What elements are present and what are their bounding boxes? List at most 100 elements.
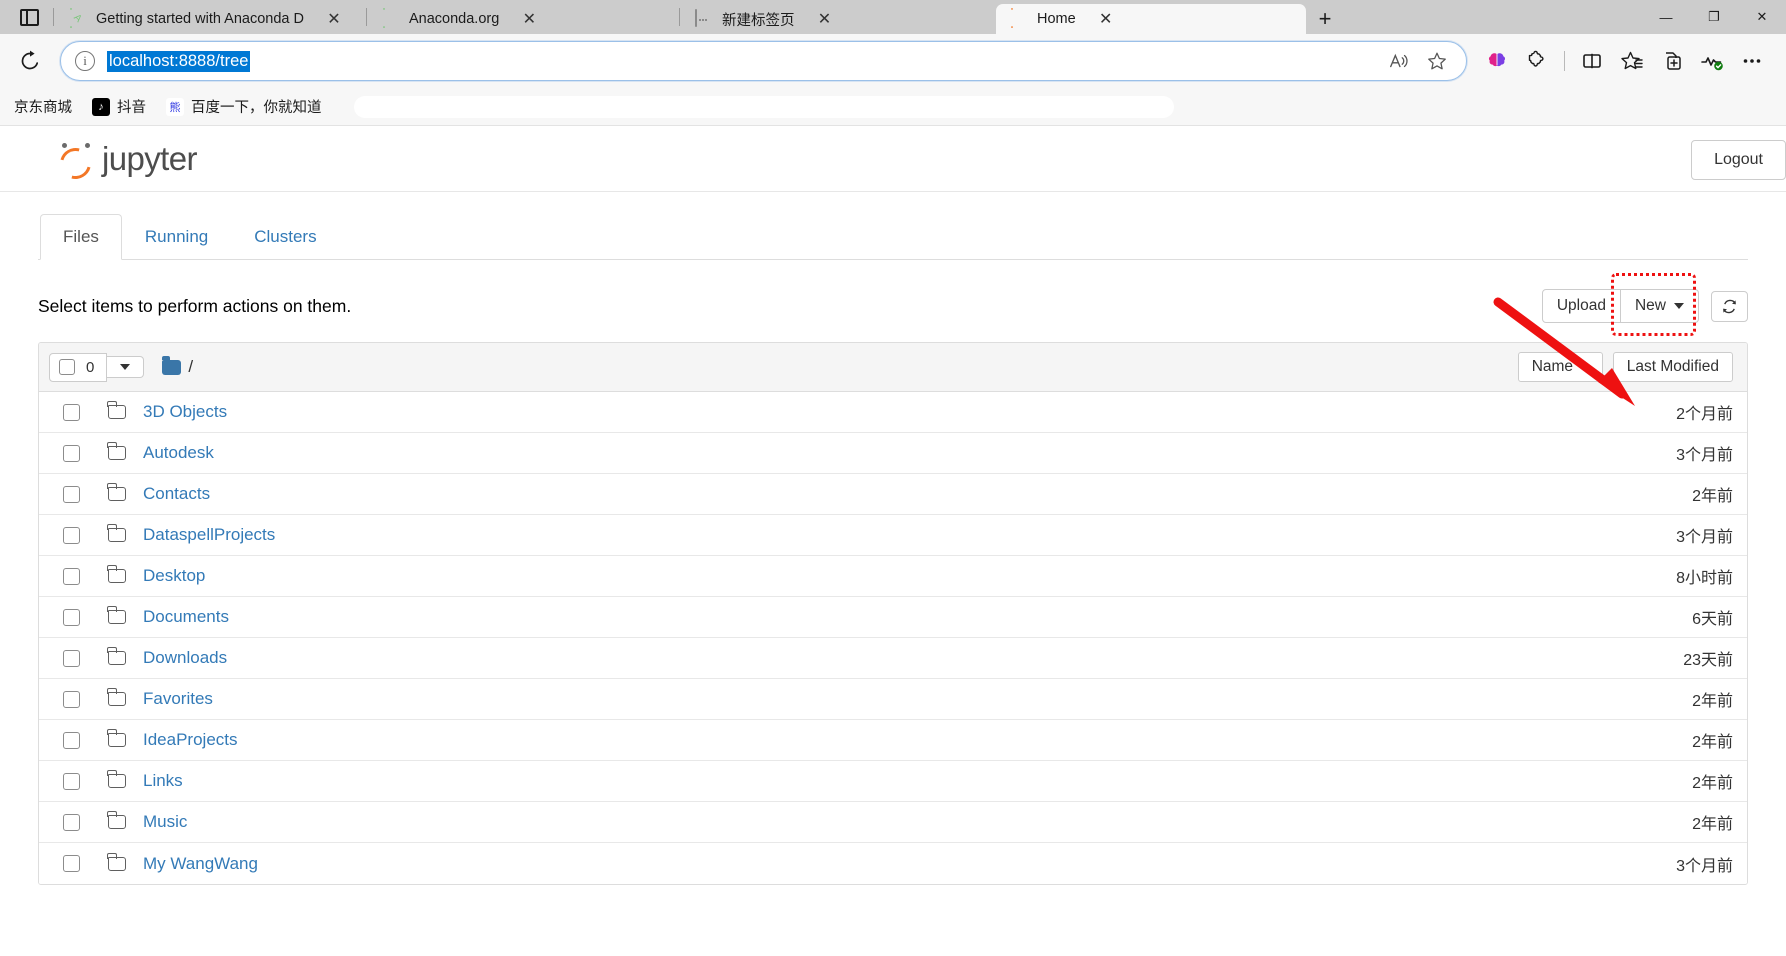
table-row[interactable]: DataspellProjects 3个月前 — [39, 515, 1747, 556]
logout-button[interactable]: Logout — [1691, 140, 1786, 180]
toolbar-divider — [1564, 51, 1565, 71]
browser-essentials-icon[interactable] — [1692, 41, 1732, 81]
new-button[interactable]: New — [1620, 289, 1699, 323]
new-tab-button[interactable]: + — [1306, 4, 1344, 34]
table-row[interactable]: Documents 6天前 — [39, 597, 1747, 638]
file-name-link[interactable]: Autodesk — [143, 443, 214, 463]
reload-button[interactable] — [0, 41, 60, 81]
browser-tab-home[interactable]: Home ✕ — [996, 4, 1306, 34]
row-checkbox[interactable] — [63, 403, 80, 421]
row-checkbox[interactable] — [63, 485, 80, 503]
row-checkbox[interactable] — [63, 690, 80, 708]
refresh-button[interactable] — [1711, 290, 1748, 322]
jupyter-wordmark: jupyter — [102, 139, 197, 177]
table-row[interactable]: IdeaProjects 2年前 — [39, 720, 1747, 761]
row-checkbox[interactable] — [63, 526, 80, 544]
minimize-button[interactable]: — — [1642, 0, 1690, 34]
browser-tab-new-tab-page[interactable]: 新建标签页 ✕ — [681, 4, 996, 34]
maximize-button[interactable]: ❐ — [1690, 0, 1738, 34]
tab-divider — [53, 8, 54, 26]
window-controls: — ❐ ✕ — [1642, 0, 1786, 34]
tab-actions-button[interactable] — [6, 0, 52, 34]
row-checkbox[interactable] — [63, 855, 80, 872]
file-name-link[interactable]: Links — [143, 771, 183, 791]
navigation-toolbar: i localhost:8888/tree — [0, 34, 1786, 88]
file-name-link[interactable]: Downloads — [143, 648, 227, 668]
file-name-link[interactable]: IdeaProjects — [143, 730, 238, 750]
select-dropdown-button[interactable] — [107, 356, 145, 378]
folder-icon — [107, 442, 126, 460]
row-checkbox[interactable] — [63, 649, 80, 667]
breadcrumb[interactable]: / — [162, 355, 193, 377]
close-icon[interactable]: ✕ — [812, 7, 838, 31]
select-all-checkbox-button[interactable]: 0 — [49, 352, 108, 382]
file-name-link[interactable]: My WangWang — [143, 854, 258, 874]
folder-icon — [162, 355, 182, 375]
last-modified-value: 2年前 — [1692, 693, 1733, 710]
bookmark-label: 抖音 — [117, 100, 146, 116]
action-row: Select items to perform actions on them.… — [38, 273, 1748, 336]
sort-by-modified-button[interactable]: Last Modified — [1612, 352, 1733, 382]
bookmark-jd[interactable]: 京东商城 — [6, 92, 80, 121]
extensions-icon[interactable] — [1517, 41, 1557, 81]
table-row[interactable]: Contacts 2年前 — [39, 474, 1747, 515]
file-name-link[interactable]: DataspellProjects — [143, 525, 275, 545]
row-checkbox[interactable] — [63, 567, 80, 585]
table-row[interactable]: Links 2年前 — [39, 761, 1747, 802]
file-name-link[interactable]: 3D Objects — [143, 402, 227, 422]
table-row[interactable]: My WangWang 3个月前 — [39, 843, 1747, 884]
file-name-link[interactable]: Contacts — [143, 484, 210, 504]
file-name-link[interactable]: Desktop — [143, 566, 205, 586]
close-icon[interactable]: ✕ — [516, 7, 542, 31]
table-row[interactable]: Desktop 8小时前 — [39, 556, 1747, 597]
table-row[interactable]: Favorites 2年前 — [39, 679, 1747, 720]
favorites-list-icon[interactable] — [1612, 41, 1652, 81]
table-row[interactable]: Downloads 23天前 — [39, 638, 1747, 679]
last-modified-value: 2年前 — [1692, 816, 1733, 833]
bookmark-douyin[interactable]: ♪ 抖音 — [84, 92, 154, 121]
folder-icon — [107, 729, 126, 747]
tab-strip: Getting started with Anaconda D ✕ Anacon… — [0, 0, 1786, 34]
file-name-link[interactable]: Documents — [143, 607, 229, 627]
browser-tab-anaconda-org[interactable]: Anaconda.org ✕ — [368, 4, 678, 34]
selected-count: 0 — [86, 358, 95, 376]
row-checkbox[interactable] — [63, 772, 80, 790]
tab-clusters[interactable]: Clusters — [231, 214, 339, 260]
bookmark-baidu[interactable]: 熊 百度一下，你就知道 — [158, 92, 330, 121]
collections-icon[interactable] — [1652, 41, 1692, 81]
last-modified-value: 2年前 — [1692, 488, 1733, 505]
tab-files[interactable]: Files — [40, 214, 122, 260]
file-name-link[interactable]: Favorites — [143, 689, 213, 709]
sort-by-name-button[interactable]: Name ↓ — [1517, 352, 1603, 382]
checkbox-icon[interactable] — [59, 359, 75, 375]
refresh-icon — [1723, 299, 1736, 313]
close-icon[interactable]: ✕ — [321, 7, 347, 31]
row-checkbox[interactable] — [63, 608, 80, 626]
bookmark-label: 百度一下，你就知道 — [191, 100, 322, 116]
settings-more-icon[interactable] — [1732, 41, 1772, 81]
file-name-link[interactable]: Music — [143, 812, 187, 832]
row-checkbox[interactable] — [63, 731, 80, 749]
arrow-down-icon: ↓ — [1581, 358, 1589, 375]
upload-button[interactable]: Upload — [1541, 289, 1621, 323]
tab-running[interactable]: Running — [122, 214, 231, 260]
table-row[interactable]: Music 2年前 — [39, 802, 1747, 843]
row-checkbox[interactable] — [63, 813, 80, 831]
read-aloud-icon[interactable] — [1380, 45, 1418, 77]
browser-tab-anaconda-docs[interactable]: Getting started with Anaconda D ✕ — [55, 4, 365, 34]
row-checkbox[interactable] — [63, 444, 80, 462]
sort-name-label: Name — [1531, 358, 1574, 375]
address-bar[interactable]: i localhost:8888/tree — [60, 41, 1467, 81]
close-icon[interactable]: ✕ — [1093, 7, 1119, 31]
address-input[interactable]: localhost:8888/tree — [107, 50, 251, 72]
browser-toolbar-icons — [1477, 41, 1772, 81]
jupyter-logo[interactable]: jupyter — [54, 139, 197, 185]
site-information-icon[interactable]: i — [75, 51, 95, 71]
window-close-button[interactable]: ✕ — [1738, 0, 1786, 34]
bookmark-label: 京东商城 — [14, 100, 72, 116]
table-row[interactable]: 3D Objects 2个月前 — [39, 392, 1747, 433]
split-screen-icon[interactable] — [1572, 41, 1612, 81]
copilot-icon[interactable] — [1477, 41, 1517, 81]
table-row[interactable]: Autodesk 3个月前 — [39, 433, 1747, 474]
add-favorite-star-icon[interactable] — [1418, 45, 1456, 77]
